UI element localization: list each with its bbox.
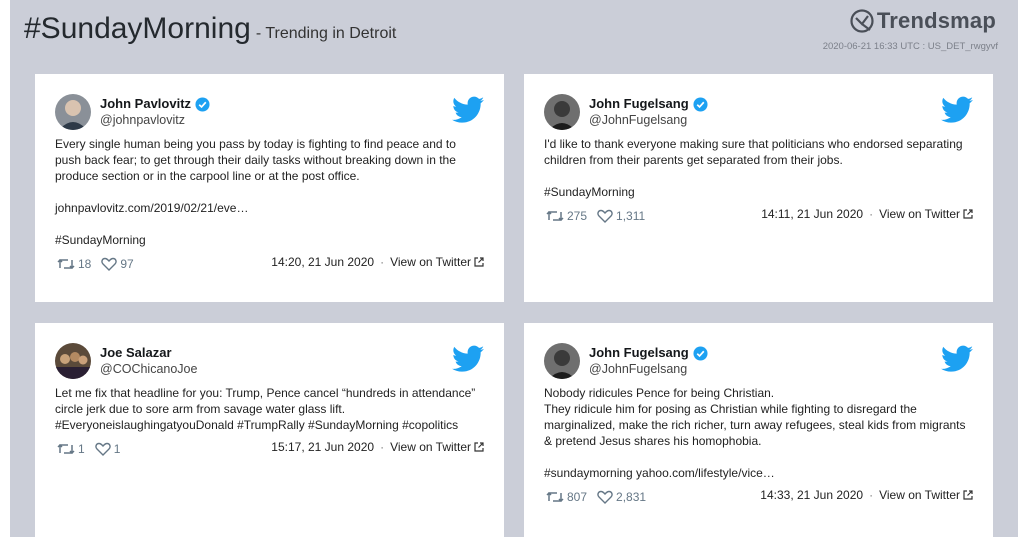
retweet-icon [546,491,564,503]
avatar[interactable] [55,94,91,130]
tweet-card: John Fugelsang @JohnFugelsang I'd like t… [524,74,993,302]
avatar[interactable] [544,343,580,379]
tweet-card: Joe Salazar @COChicanoJoe Let me fix tha… [35,323,504,537]
external-link-icon [963,209,973,219]
view-on-twitter-link[interactable]: View on Twitter [390,255,484,269]
verified-icon [693,345,708,361]
tweet-text: I'd like to thank everyone making sure t… [544,137,963,199]
tweet-timestamp[interactable]: 14:20, 21 Jun 2020 [271,255,374,269]
twitter-bird-icon[interactable] [941,96,973,124]
trendsmap-logo-icon [850,9,874,33]
tweet-card: John Fugelsang @JohnFugelsang Nobody rid… [524,323,993,537]
retweet-stat[interactable]: 275 [546,209,587,223]
tweet-text: Let me fix that headline for you: Trump,… [55,386,476,432]
like-count: 1 [113,442,121,456]
retweet-stat[interactable]: 807 [546,490,587,504]
view-on-twitter-link[interactable]: View on Twitter [879,207,973,221]
tweet-text: Nobody ridicules Pence for being Christi… [544,386,966,480]
avatar[interactable] [544,94,580,130]
tweet-text: Every single human being you pass by tod… [55,137,456,247]
user-name[interactable]: John Pavlovitz [100,96,191,112]
like-count: 1,311 [616,209,646,223]
view-on-twitter-link[interactable]: View on Twitter [390,440,484,454]
page-background: #SundayMorning - Trending in Detroit Tre… [10,0,1018,537]
verified-icon [693,96,708,112]
trending-location: - Trending in Detroit [255,25,397,42]
tweet-timestamp[interactable]: 14:33, 21 Jun 2020 [760,488,863,502]
like-stat[interactable]: 1,311 [597,209,645,223]
external-link-icon [474,257,484,267]
heart-icon [101,257,118,271]
tweet-timestamp[interactable]: 14:11, 21 Jun 2020 [761,207,863,221]
user-name[interactable]: John Fugelsang [589,345,689,361]
user-name[interactable]: John Fugelsang [589,96,689,112]
tweet-card: John Pavlovitz @johnpavlovitz Every sing… [35,74,504,302]
user-name[interactable]: Joe Salazar [100,345,172,361]
user-handle[interactable]: @johnpavlovitz [100,112,210,128]
like-stat[interactable]: 97 [101,257,134,271]
verified-icon [195,96,210,112]
user-handle[interactable]: @JohnFugelsang [589,112,708,128]
retweet-icon [57,443,75,455]
twitter-bird-icon[interactable] [452,96,484,124]
heart-icon [94,442,111,456]
avatar[interactable] [55,343,91,379]
timestamp-meta: 2020-06-21 16:33 UTC : US_DET_rwgyvf [822,41,998,52]
like-stat[interactable]: 2,831 [597,490,646,504]
hashtag-title[interactable]: #SundayMorning [24,12,251,46]
retweet-count: 18 [78,257,92,271]
user-handle[interactable]: @COChicanoJoe [100,361,197,377]
external-link-icon [474,442,484,452]
retweet-count: 1 [78,442,85,456]
retweet-icon [57,258,75,270]
page-title: #SundayMorning - Trending in Detroit [24,12,396,46]
view-on-twitter-link[interactable]: View on Twitter [879,488,973,502]
twitter-bird-icon[interactable] [452,345,484,373]
heart-icon [597,209,613,223]
tweet-timestamp[interactable]: 15:17, 21 Jun 2020 [271,440,374,454]
heart-icon [597,490,613,504]
like-count: 97 [120,257,134,271]
retweet-icon [546,210,564,222]
external-link-icon [963,490,973,500]
retweet-count: 275 [567,209,588,223]
like-count: 2,831 [616,490,647,504]
retweet-count: 807 [567,490,588,504]
trendsmap-logo[interactable]: Trendsmap [850,8,996,34]
retweet-stat[interactable]: 1 [57,442,85,456]
twitter-bird-icon[interactable] [941,345,973,373]
brand-name: Trendsmap [876,8,996,33]
user-handle[interactable]: @JohnFugelsang [589,361,708,377]
retweet-stat[interactable]: 18 [57,257,91,271]
like-stat[interactable]: 1 [94,442,121,456]
